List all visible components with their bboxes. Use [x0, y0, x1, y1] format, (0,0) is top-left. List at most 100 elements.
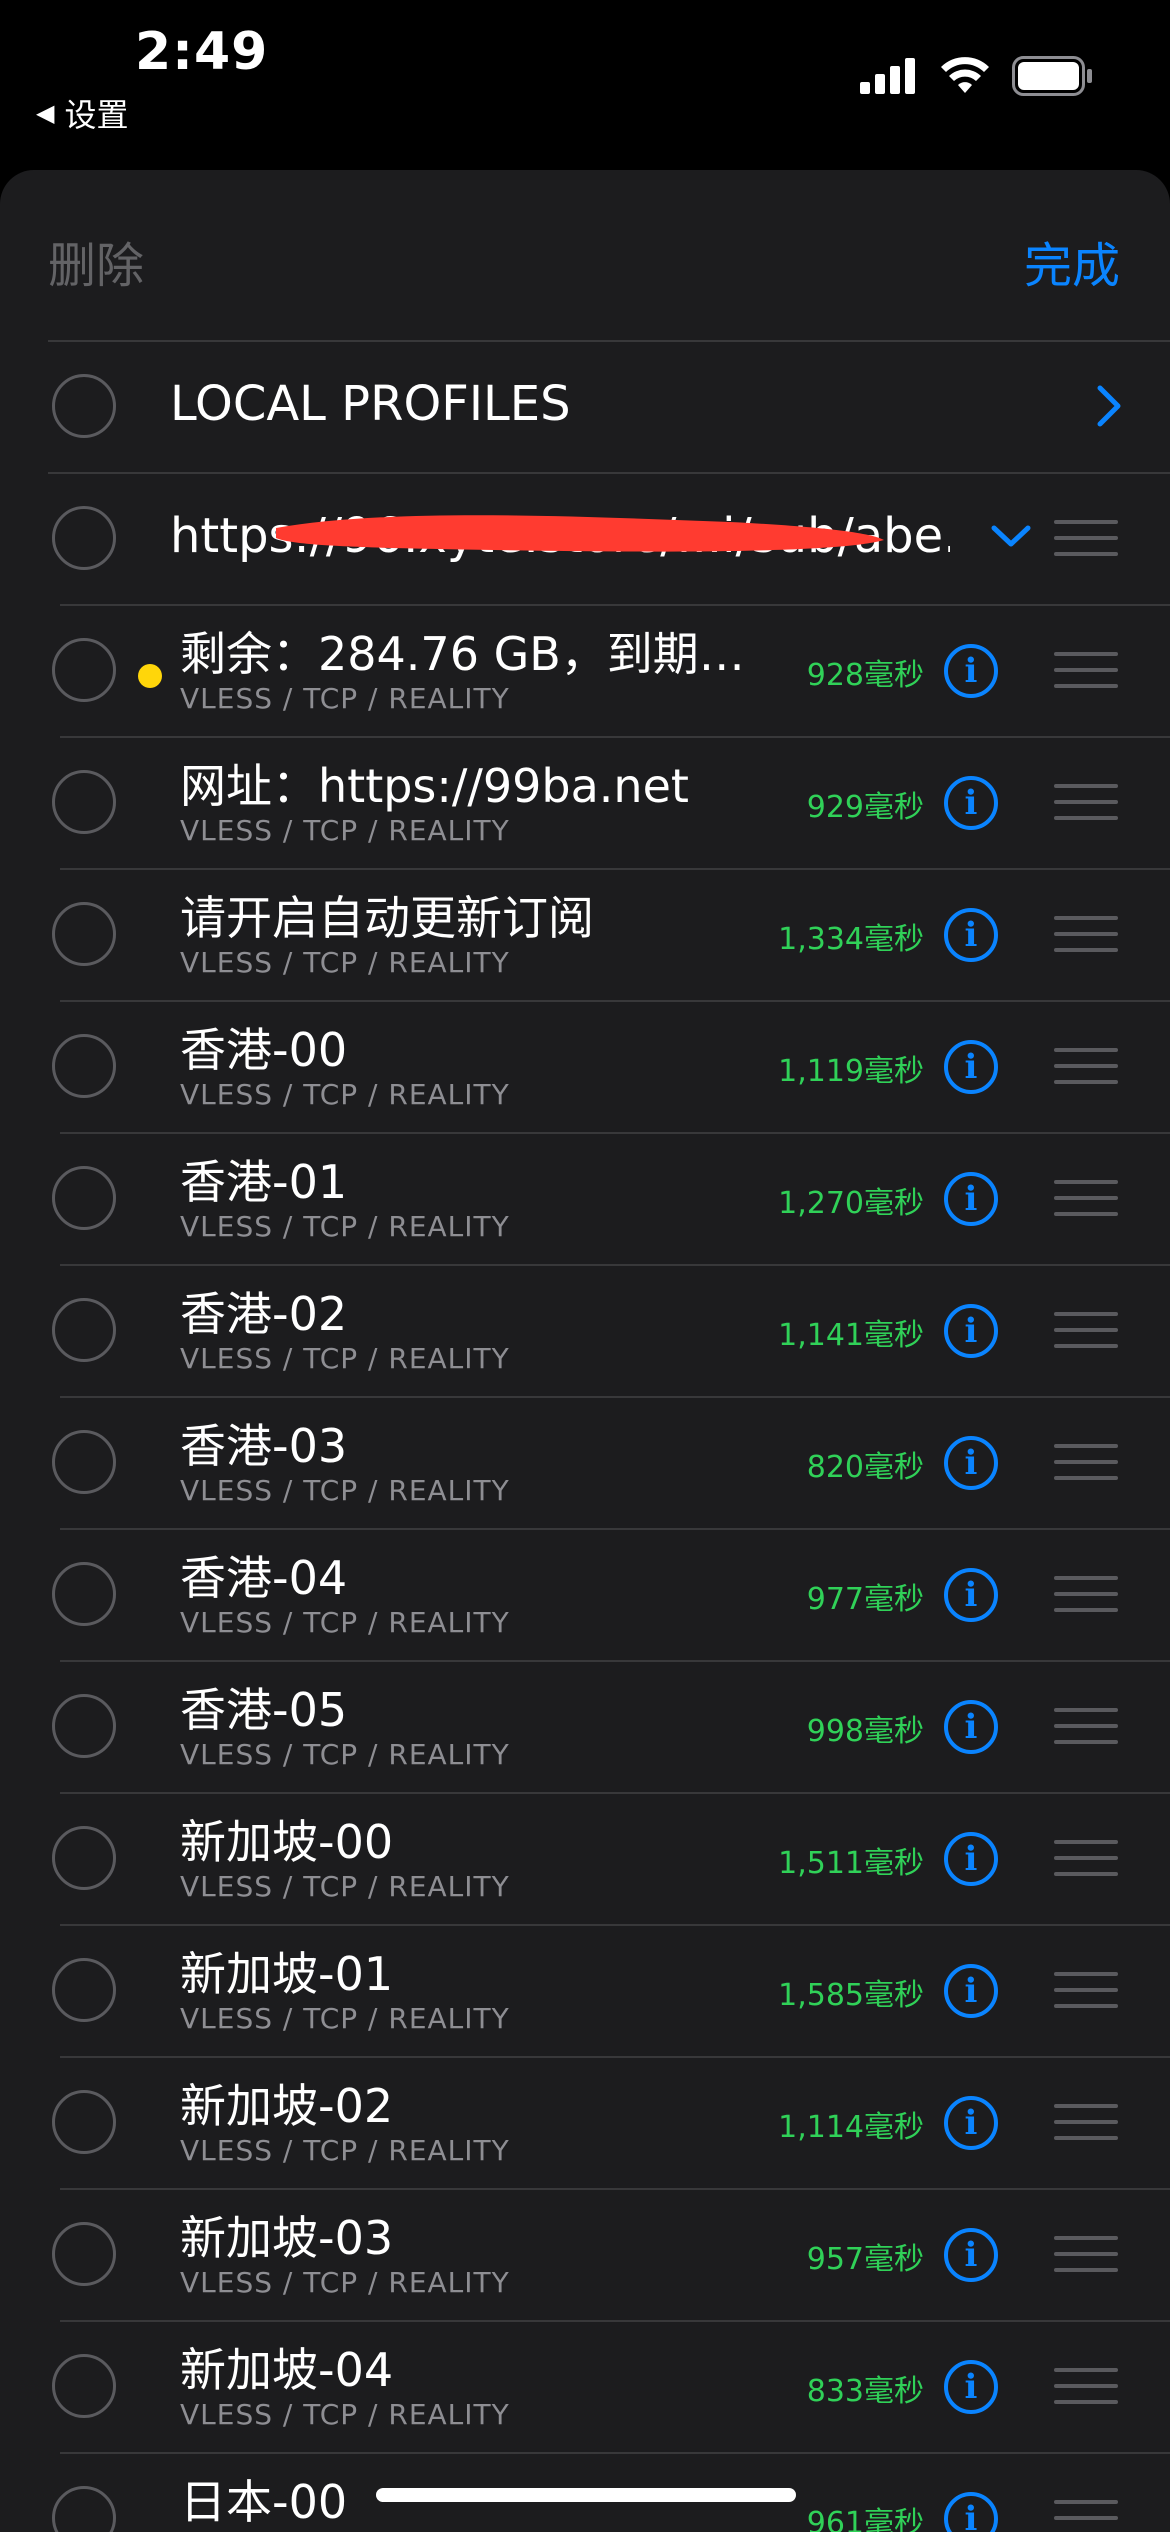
- info-icon[interactable]: i: [944, 1172, 998, 1226]
- reorder-handle-icon[interactable]: [1054, 652, 1118, 688]
- info-icon[interactable]: i: [944, 1832, 998, 1886]
- info-icon[interactable]: i: [944, 1700, 998, 1754]
- select-circle[interactable]: [52, 1562, 116, 1626]
- info-icon[interactable]: i: [944, 908, 998, 962]
- select-circle[interactable]: [52, 2354, 116, 2418]
- select-circle[interactable]: [52, 2222, 116, 2286]
- select-circle[interactable]: [52, 1034, 116, 1098]
- node-protocol: VLESS / TCP / REALITY: [180, 946, 510, 979]
- info-icon[interactable]: i: [944, 2492, 998, 2532]
- node-protocol: VLESS / TCP / REALITY: [180, 2002, 510, 2035]
- node-name: 新加坡-02: [180, 2079, 394, 2133]
- select-circle[interactable]: [52, 2090, 116, 2154]
- proxy-node-row[interactable]: 剩余：284.76 GB，到期… VLESS / TCP / REALITY 928…: [0, 604, 1170, 736]
- proxy-node-row[interactable]: 香港-00 VLESS / TCP / REALITY 1,119毫秒 i: [0, 1000, 1170, 1132]
- select-circle[interactable]: [52, 374, 116, 438]
- node-protocol: VLESS / TCP / REALITY: [180, 1870, 510, 1903]
- select-circle[interactable]: [52, 1166, 116, 1230]
- reorder-handle-icon[interactable]: [1054, 2236, 1118, 2272]
- node-name: 新加坡-03: [180, 2211, 394, 2265]
- latency-label: 957毫秒: [806, 2242, 924, 2277]
- row-separator: [60, 868, 1170, 870]
- info-icon[interactable]: i: [944, 644, 998, 698]
- proxy-node-row[interactable]: 香港-05 VLESS / TCP / REALITY 998毫秒 i: [0, 1660, 1170, 1792]
- reorder-handle-icon[interactable]: [1054, 916, 1118, 952]
- select-circle[interactable]: [52, 902, 116, 966]
- reorder-handle-icon[interactable]: [1054, 520, 1118, 556]
- reorder-handle-icon[interactable]: [1054, 2368, 1118, 2404]
- cellular-signal-icon: [860, 58, 915, 94]
- row-separator: [60, 1264, 1170, 1266]
- info-icon[interactable]: i: [944, 2096, 998, 2150]
- profiles-sheet: 删除 完成 LOCAL PROFILES https://96.xyte.sto…: [0, 170, 1170, 2532]
- select-circle[interactable]: [52, 1826, 116, 1890]
- row-separator: [60, 2452, 1170, 2454]
- latency-label: 929毫秒: [806, 790, 924, 825]
- proxy-node-row[interactable]: 新加坡-01 VLESS / TCP / REALITY 1,585毫秒 i: [0, 1924, 1170, 2056]
- group-title: LOCAL PROFILES: [170, 376, 571, 432]
- proxy-node-row[interactable]: 网址：https://99ba.net VLESS / TCP / REALITY…: [0, 736, 1170, 868]
- info-icon[interactable]: i: [944, 2228, 998, 2282]
- node-name: 请开启自动更新订阅: [180, 891, 594, 945]
- active-node-dot: [138, 664, 162, 688]
- proxy-node-row[interactable]: 香港-03 VLESS / TCP / REALITY 820毫秒 i: [0, 1396, 1170, 1528]
- info-icon[interactable]: i: [944, 1304, 998, 1358]
- done-button[interactable]: 完成: [1024, 226, 1120, 296]
- chevron-right-icon[interactable]: [1094, 384, 1124, 428]
- red-redaction-mark: [276, 515, 884, 552]
- reorder-handle-icon[interactable]: [1054, 1840, 1118, 1876]
- reorder-handle-icon[interactable]: [1054, 784, 1118, 820]
- node-protocol: VLESS / TCP / REALITY: [180, 1210, 510, 1243]
- select-circle[interactable]: [52, 638, 116, 702]
- reorder-handle-icon[interactable]: [1054, 1972, 1118, 2008]
- select-circle[interactable]: [52, 1298, 116, 1362]
- info-icon[interactable]: i: [944, 776, 998, 830]
- latency-label: 928毫秒: [806, 658, 924, 693]
- reorder-handle-icon[interactable]: [1054, 1180, 1118, 1216]
- info-icon[interactable]: i: [944, 1436, 998, 1490]
- row-separator: [60, 2056, 1170, 2058]
- select-circle[interactable]: [52, 2486, 116, 2532]
- node-protocol: VLESS / TCP / REALITY: [180, 1474, 510, 1507]
- reorder-handle-icon[interactable]: [1054, 2500, 1118, 2532]
- latency-label: 833毫秒: [806, 2374, 924, 2409]
- delete-button[interactable]: 删除: [48, 226, 144, 296]
- info-icon[interactable]: i: [944, 1568, 998, 1622]
- reorder-handle-icon[interactable]: [1054, 1576, 1118, 1612]
- proxy-node-row[interactable]: 新加坡-03 VLESS / TCP / REALITY 957毫秒 i: [0, 2188, 1170, 2320]
- proxy-node-row[interactable]: 新加坡-00 VLESS / TCP / REALITY 1,511毫秒 i: [0, 1792, 1170, 1924]
- node-name: 剩余：284.76 GB，到期…: [180, 627, 740, 681]
- proxy-node-row[interactable]: 香港-02 VLESS / TCP / REALITY 1,141毫秒 i: [0, 1264, 1170, 1396]
- node-protocol: VLESS / TCP / REALITY: [180, 1738, 510, 1771]
- chevron-down-icon[interactable]: [990, 522, 1032, 550]
- info-icon[interactable]: i: [944, 2360, 998, 2414]
- latency-label: 977毫秒: [806, 1582, 924, 1617]
- proxy-node-row[interactable]: 香港-01 VLESS / TCP / REALITY 1,270毫秒 i: [0, 1132, 1170, 1264]
- proxy-node-row[interactable]: 香港-04 VLESS / TCP / REALITY 977毫秒 i: [0, 1528, 1170, 1660]
- proxy-node-row[interactable]: 请开启自动更新订阅 VLESS / TCP / REALITY 1,334毫秒 i: [0, 868, 1170, 1000]
- select-circle[interactable]: [52, 1694, 116, 1758]
- node-protocol: VLESS / TCP / REALITY: [180, 2398, 510, 2431]
- reorder-handle-icon[interactable]: [1054, 1312, 1118, 1348]
- group-row-subscription[interactable]: https://96.xyte.store/...i/sub/abe...: [0, 472, 1170, 604]
- reorder-handle-icon[interactable]: [1054, 2104, 1118, 2140]
- row-separator: [60, 736, 1170, 738]
- info-icon[interactable]: i: [944, 1964, 998, 2018]
- reorder-handle-icon[interactable]: [1054, 1048, 1118, 1084]
- select-circle[interactable]: [52, 506, 116, 570]
- back-to-settings-link[interactable]: ◀ 设置: [36, 90, 128, 136]
- group-row-local-profiles[interactable]: LOCAL PROFILES: [0, 340, 1170, 472]
- latency-label: 961毫秒: [806, 2506, 924, 2532]
- select-circle[interactable]: [52, 770, 116, 834]
- latency-label: 1,511毫秒: [778, 1846, 924, 1881]
- proxy-node-row[interactable]: 新加坡-04 VLESS / TCP / REALITY 833毫秒 i: [0, 2320, 1170, 2452]
- reorder-handle-icon[interactable]: [1054, 1444, 1118, 1480]
- info-icon[interactable]: i: [944, 1040, 998, 1094]
- select-circle[interactable]: [52, 1958, 116, 2022]
- node-protocol: VLESS / TCP / REALITY: [180, 1606, 510, 1639]
- battery-icon: [1012, 56, 1092, 96]
- select-circle[interactable]: [52, 1430, 116, 1494]
- proxy-node-row[interactable]: 新加坡-02 VLESS / TCP / REALITY 1,114毫秒 i: [0, 2056, 1170, 2188]
- row-separator: [60, 2320, 1170, 2322]
- reorder-handle-icon[interactable]: [1054, 1708, 1118, 1744]
